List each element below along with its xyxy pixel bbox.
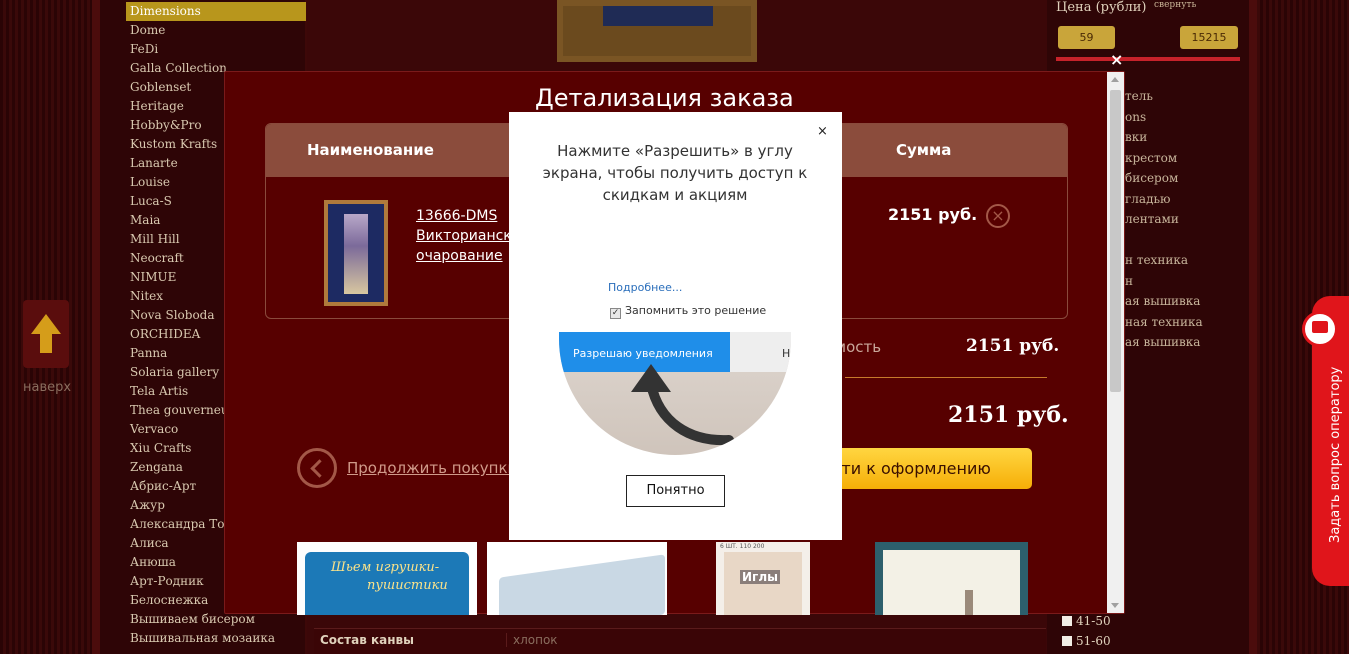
technique-item[interactable] [1125, 230, 1203, 251]
mail-icon[interactable] [1302, 311, 1338, 347]
recommended-product[interactable]: Иглы 6 ШТ. 110 200 [716, 542, 810, 615]
product-thumbnail[interactable] [324, 200, 388, 306]
chevron-left-icon[interactable] [297, 448, 337, 488]
price-collapse-toggle[interactable]: свернуть [1154, 0, 1196, 10]
technique-item[interactable]: ая вышивка [1125, 332, 1203, 353]
product-specs-table: Состав канвы хлопок [314, 628, 1046, 654]
scroll-down-arrow-icon[interactable] [1111, 603, 1119, 608]
column-sum: Сумма [896, 141, 952, 159]
brand-item[interactable]: Dome [126, 21, 306, 40]
price-min-input[interactable]: 59 [1058, 26, 1115, 49]
recommended-product[interactable] [875, 542, 1028, 615]
price-max-input[interactable]: 15215 [1180, 26, 1238, 49]
continue-shopping-link[interactable]: Продолжить покупки [347, 459, 517, 477]
technique-item[interactable]: лентами [1125, 209, 1203, 230]
technique-item[interactable]: бисером [1125, 168, 1203, 189]
deny-notifications-example: Н [730, 332, 791, 372]
brand-item[interactable]: Вышивальная мозаика [126, 629, 306, 648]
brand-item[interactable]: Dimensions [126, 2, 306, 21]
technique-item[interactable]: н техника [1125, 250, 1203, 271]
technique-item[interactable]: крестом [1125, 148, 1203, 169]
operator-chat-label[interactable]: Задать вопрос оператору [1328, 367, 1343, 543]
technique-item[interactable]: гладью [1125, 189, 1203, 210]
arrow-up-icon [31, 314, 61, 334]
remember-decision-checkbox[interactable]: ✓ Запомнить это решение [610, 304, 766, 319]
modal-close-icon[interactable]: × [1110, 50, 1123, 69]
technique-item[interactable]: ая вышивка [1125, 291, 1203, 312]
row-sum: 2151 руб. [888, 205, 978, 224]
checkout-button[interactable]: йти к оформлению [815, 448, 1032, 489]
range-checkbox[interactable]: 51-60 [1062, 631, 1111, 651]
price-filter-title: Цена (рубли) [1056, 0, 1147, 15]
curved-arrow-icon [631, 364, 734, 446]
checkbox-icon[interactable]: ✓ [610, 308, 621, 319]
column-name: Наименование [307, 141, 434, 159]
technique-item[interactable]: н [1125, 271, 1203, 292]
recommended-product[interactable] [487, 542, 667, 615]
brand-item[interactable]: FeDi [126, 40, 306, 59]
notification-permission-popup: × Нажмите «Разрешить» в углу экрана, что… [509, 112, 842, 540]
scroll-thumb[interactable] [1110, 90, 1121, 392]
got-it-button[interactable]: Понятно [626, 475, 725, 507]
permission-illustration: Разрешаю уведомления Н [559, 332, 791, 455]
maker-filter-title: тель [1125, 89, 1153, 103]
close-icon[interactable]: × [817, 124, 828, 139]
notification-message: Нажмите «Разрешить» в углу экрана, чтобы… [542, 142, 808, 204]
recommended-product[interactable]: Шьем игрушки- пушистики [297, 542, 477, 615]
filter-partial-list: тель ons вки крестом бисером гладью лент… [1125, 86, 1203, 353]
brand-filter-item[interactable]: ons [1125, 107, 1203, 128]
product-link[interactable]: 13666-DMS Викторианск очарование [416, 206, 512, 266]
technique-filter-title: вки [1125, 130, 1148, 144]
technique-item[interactable]: ная техника [1125, 312, 1203, 333]
total-value: 2151 руб. [966, 336, 1060, 356]
spec-value: хлопок [506, 633, 558, 647]
range-checkbox[interactable]: 41-50 [1062, 611, 1111, 631]
grand-total-value: 2151 руб. [948, 402, 1069, 428]
total-divider [845, 377, 1047, 378]
remove-item-icon[interactable]: × [986, 204, 1010, 228]
range-filter-list: 41-50 51-60 [1062, 611, 1111, 651]
scroll-top-button[interactable] [23, 300, 69, 368]
more-info-link[interactable]: Подробнее... [608, 281, 682, 294]
scroll-up-arrow-icon[interactable] [1111, 77, 1119, 82]
modal-scrollbar[interactable] [1107, 72, 1124, 613]
price-range-slider[interactable] [1056, 57, 1240, 61]
modal-title: Детализация заказа [535, 84, 794, 112]
spec-key: Состав канвы [320, 633, 414, 647]
scroll-top-label[interactable]: наверх [23, 380, 71, 395]
product-image [557, 0, 757, 62]
